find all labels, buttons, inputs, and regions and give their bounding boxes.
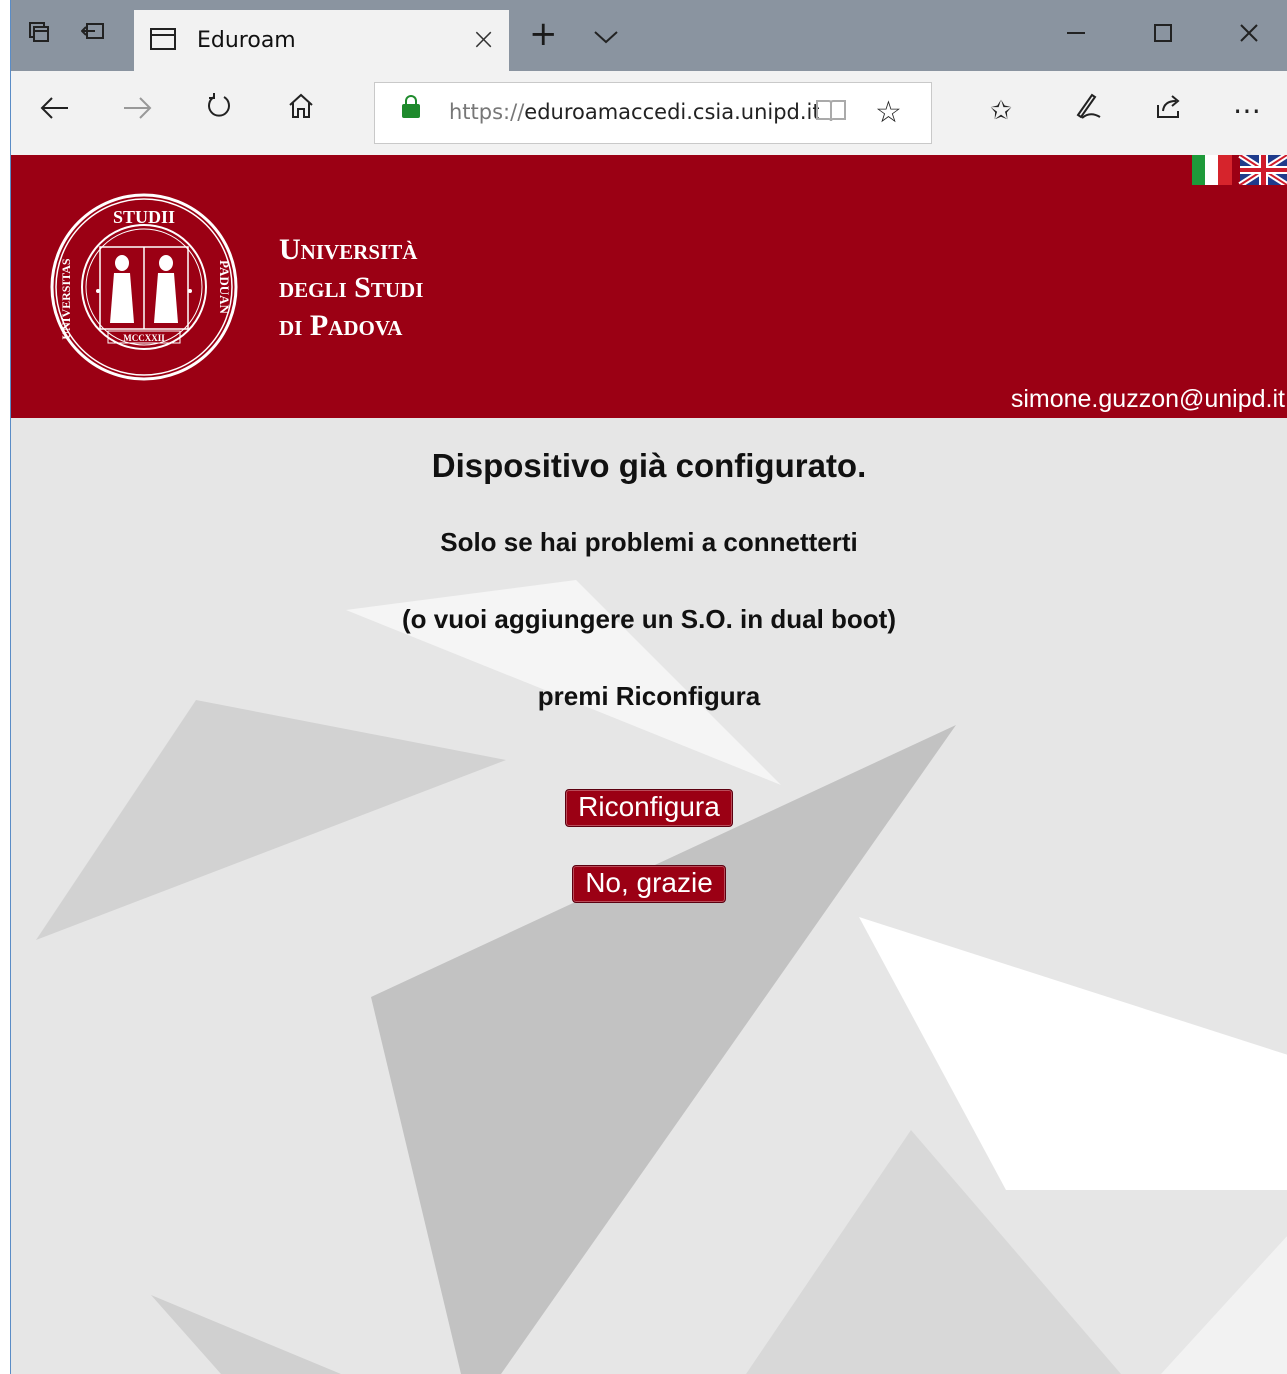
home-icon[interactable] [279,91,323,131]
close-window-icon[interactable] [1239,20,1259,50]
university-name-line2: degli Studi [279,271,424,304]
tab-eduroam[interactable]: Eduroam × [134,10,509,71]
web-note-icon[interactable] [1065,91,1109,131]
reconfigure-button[interactable]: Riconfigura [565,789,733,827]
desktop-edge [0,0,10,1374]
seal-text-right: PADUAN [217,260,232,315]
no-thanks-button[interactable]: No, grazie [572,865,726,903]
main-content: Dispositivo già configurato. Solo se hai… [11,447,1287,903]
web-page: STUDII UNIVERSITAS PADUAN MCCXXII Univer… [11,155,1287,1374]
uk-flag-icon[interactable] [1238,155,1287,185]
italian-flag-icon[interactable] [1192,155,1232,185]
close-tab-icon[interactable]: × [471,22,496,57]
new-tab-icon[interactable]: + [529,14,558,54]
share-icon[interactable] [1147,91,1191,131]
seal-text-top: STUDII [113,207,175,227]
university-name-line3: di Padova [279,309,403,342]
navigation-bar: https://eduroamaccedi.csia.unipd.it ☆ ✩ … [11,71,1287,156]
favorite-star-icon[interactable]: ☆ [875,95,902,130]
favorites-hub-icon[interactable]: ✩ [979,91,1023,131]
university-name-line1: Università [279,233,418,266]
set-aside-icon[interactable] [73,12,113,58]
forward-icon[interactable] [115,91,159,131]
more-icon[interactable]: ⋯ [1225,91,1269,131]
message-line-1: Solo se hai problemi a connetterti [440,527,858,557]
lock-icon [402,95,420,118]
address-bar[interactable]: https://eduroamaccedi.csia.unipd.it ☆ [374,82,932,144]
university-seal-icon: STUDII UNIVERSITAS PADUAN MCCXXII [50,193,238,381]
university-header: STUDII UNIVERSITAS PADUAN MCCXXII Univer… [11,155,1287,418]
university-name: Università degli Studi di Padova [279,231,423,345]
tab-title: Eduroam [197,28,296,53]
browser-window: Eduroam × + https://eduroamaccedi.csia.u… [10,0,1287,1374]
url-scheme: https:// [449,100,525,124]
tab-list-icon[interactable] [593,22,619,52]
tab-strip: Eduroam × + [11,0,1287,71]
message-line-3: premi Riconfigura [537,681,761,711]
language-flags [1192,155,1287,185]
back-icon[interactable] [33,91,77,131]
page-icon [150,28,176,50]
url-host: eduroamaccedi.csia.unipd.it [524,100,819,124]
maximize-icon[interactable] [1153,20,1173,50]
seal-text-left: UNIVERSITAS [59,258,73,339]
tab-preview-icon[interactable] [19,12,59,58]
seal-date: MCCXXII [123,333,165,343]
url-text[interactable]: https://eduroamaccedi.csia.unipd.it [449,100,819,124]
page-title: Dispositivo già configurato. [431,447,867,484]
reading-view-icon[interactable] [815,97,847,130]
user-email: simone.guzzon@unipd.it [1010,385,1285,413]
message-line-2: (o vuoi aggiungere un S.O. in dual boot) [402,604,896,634]
minimize-icon[interactable] [1066,20,1086,50]
refresh-icon[interactable] [197,91,241,131]
